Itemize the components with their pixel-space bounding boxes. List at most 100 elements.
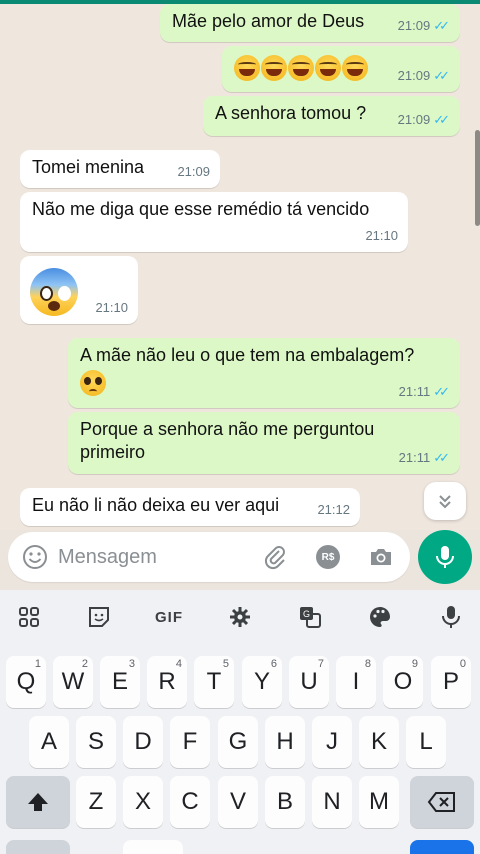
message-text: Mãe pelo amor de Deus <box>172 11 365 31</box>
sticker-icon[interactable] <box>86 604 112 630</box>
laughing-emoji-icon <box>234 55 260 81</box>
key-c[interactable]: C <box>170 776 210 828</box>
message-time: 21:11 <box>398 450 431 465</box>
message-outgoing[interactable]: Mãe pelo amor de Deus 21:09 ✓✓ <box>160 4 460 42</box>
message-text: Tomei menina <box>32 157 145 177</box>
message-time: 21:10 <box>365 228 398 243</box>
key-s[interactable]: S <box>76 716 116 768</box>
key-b[interactable]: B <box>265 776 305 828</box>
keyboard-toolbar: GIF G <box>0 590 480 642</box>
message-meta: 21:11 ✓✓ <box>399 446 450 469</box>
backspace-key[interactable] <box>410 776 474 828</box>
message-meta: 21:09 <box>177 160 210 183</box>
key-g[interactable]: G <box>218 716 258 768</box>
read-ticks-icon: ✓✓ <box>433 450 450 465</box>
message-outgoing[interactable]: Porque a senhora não me perguntou primei… <box>68 412 460 474</box>
message-input[interactable] <box>58 542 248 572</box>
message-text: Porque a senhora não me perguntou primei… <box>80 419 375 462</box>
chat-area[interactable]: Mãe pelo amor de Deus 21:09 ✓✓ 21:09 ✓✓ … <box>0 0 480 530</box>
message-meta: 21:10 <box>95 296 128 319</box>
message-meta: 21:09 ✓✓ <box>398 14 450 37</box>
key-t[interactable]: T5 <box>194 656 234 708</box>
key-o[interactable]: O9 <box>383 656 423 708</box>
scroll-to-bottom-button[interactable] <box>424 482 466 520</box>
payment-icon[interactable]: R$ <box>316 545 340 569</box>
message-text: A senhora tomou ? <box>215 103 367 123</box>
message-text: Eu não li não deixa eu ver aqui <box>32 495 280 515</box>
message-outgoing-emoji[interactable]: 21:09 ✓✓ <box>222 46 460 92</box>
palette-icon[interactable] <box>367 604 393 630</box>
key-u[interactable]: U7 <box>289 656 329 708</box>
message-time: 21:10 <box>95 300 128 315</box>
translate-icon[interactable]: G <box>297 604 323 630</box>
key-q[interactable]: Q1 <box>6 656 46 708</box>
message-meta: 21:12 <box>317 498 350 521</box>
laughing-emoji-icon <box>342 55 368 81</box>
gif-button[interactable]: GIF <box>152 604 186 630</box>
key-z[interactable]: Z <box>76 776 116 828</box>
message-outgoing[interactable]: A mãe não leu o que tem na embalagem? 21… <box>68 338 460 408</box>
pleading-face-emoji-icon <box>80 370 106 396</box>
svg-text:G: G <box>303 609 310 619</box>
key-x[interactable]: X <box>123 776 163 828</box>
key-e[interactable]: E3 <box>100 656 140 708</box>
message-incoming[interactable]: Não me diga que esse remédio tá vencido … <box>20 192 408 252</box>
message-time: 21:09 <box>177 164 210 179</box>
message-time: 21:12 <box>317 502 350 517</box>
key-y[interactable]: Y6 <box>242 656 282 708</box>
scrollbar[interactable] <box>475 130 480 226</box>
microphone-icon <box>436 546 454 568</box>
message-time: 21:09 <box>397 112 431 127</box>
emoji-key[interactable] <box>123 840 183 854</box>
message-meta: 21:09 ✓✓ <box>398 64 450 87</box>
key-m[interactable]: M <box>359 776 399 828</box>
camera-icon[interactable] <box>368 544 394 575</box>
keyboard: GIF G Q1 W2 E3 R4 T5 Y6 U7 I8 O9 P0 A S … <box>0 590 480 854</box>
message-time: 21:09 <box>397 68 431 83</box>
key-p[interactable]: P0 <box>431 656 471 708</box>
key-r[interactable]: R4 <box>147 656 187 708</box>
message-text: Não me diga que esse remédio tá vencido <box>32 199 370 219</box>
message-meta: 21:11 ✓✓ <box>399 380 450 403</box>
laughing-emoji-icon <box>261 55 287 81</box>
key-a[interactable]: A <box>29 716 69 768</box>
apps-grid-icon[interactable] <box>16 604 42 630</box>
voice-message-button[interactable] <box>418 530 472 584</box>
key-w[interactable]: W2 <box>53 656 93 708</box>
message-composer: R$ <box>8 532 410 582</box>
key-i[interactable]: I8 <box>336 656 376 708</box>
message-outgoing[interactable]: A senhora tomou ? 21:09 ✓✓ <box>203 96 460 136</box>
shift-arrow-icon <box>28 793 48 811</box>
message-time: 21:09 <box>397 18 431 33</box>
message-incoming[interactable]: Eu não li não deixa eu ver aqui 21:12 <box>20 488 360 526</box>
symbols-key[interactable] <box>6 840 70 854</box>
gear-icon[interactable] <box>227 604 253 630</box>
key-l[interactable]: L <box>406 716 446 768</box>
emoji-picker-icon[interactable] <box>22 544 48 575</box>
key-j[interactable]: J <box>312 716 352 768</box>
key-d[interactable]: D <box>123 716 163 768</box>
enter-key[interactable] <box>410 840 474 854</box>
laughing-emoji-icon <box>315 55 341 81</box>
message-meta: 21:09 ✓✓ <box>398 108 450 131</box>
key-f[interactable]: F <box>170 716 210 768</box>
attach-icon[interactable] <box>262 544 288 575</box>
shift-key[interactable] <box>6 776 70 828</box>
read-ticks-icon: ✓✓ <box>433 112 450 127</box>
key-n[interactable]: N <box>312 776 352 828</box>
key-h[interactable]: H <box>265 716 305 768</box>
read-ticks-icon: ✓✓ <box>433 384 450 399</box>
read-ticks-icon: ✓✓ <box>433 18 450 33</box>
laughing-emoji-icon <box>288 55 314 81</box>
read-ticks-icon: ✓✓ <box>433 68 450 83</box>
message-incoming-emoji[interactable]: 21:10 <box>20 256 138 324</box>
fearful-face-emoji-icon <box>30 268 78 316</box>
microphone-icon[interactable] <box>438 604 464 630</box>
backspace-icon <box>427 792 455 812</box>
message-text: A mãe não leu o que tem na embalagem? <box>80 345 415 365</box>
message-meta: 21:10 <box>365 224 398 247</box>
key-k[interactable]: K <box>359 716 399 768</box>
message-time: 21:11 <box>398 384 431 399</box>
key-v[interactable]: V <box>218 776 258 828</box>
message-incoming[interactable]: Tomei menina 21:09 <box>20 150 220 188</box>
